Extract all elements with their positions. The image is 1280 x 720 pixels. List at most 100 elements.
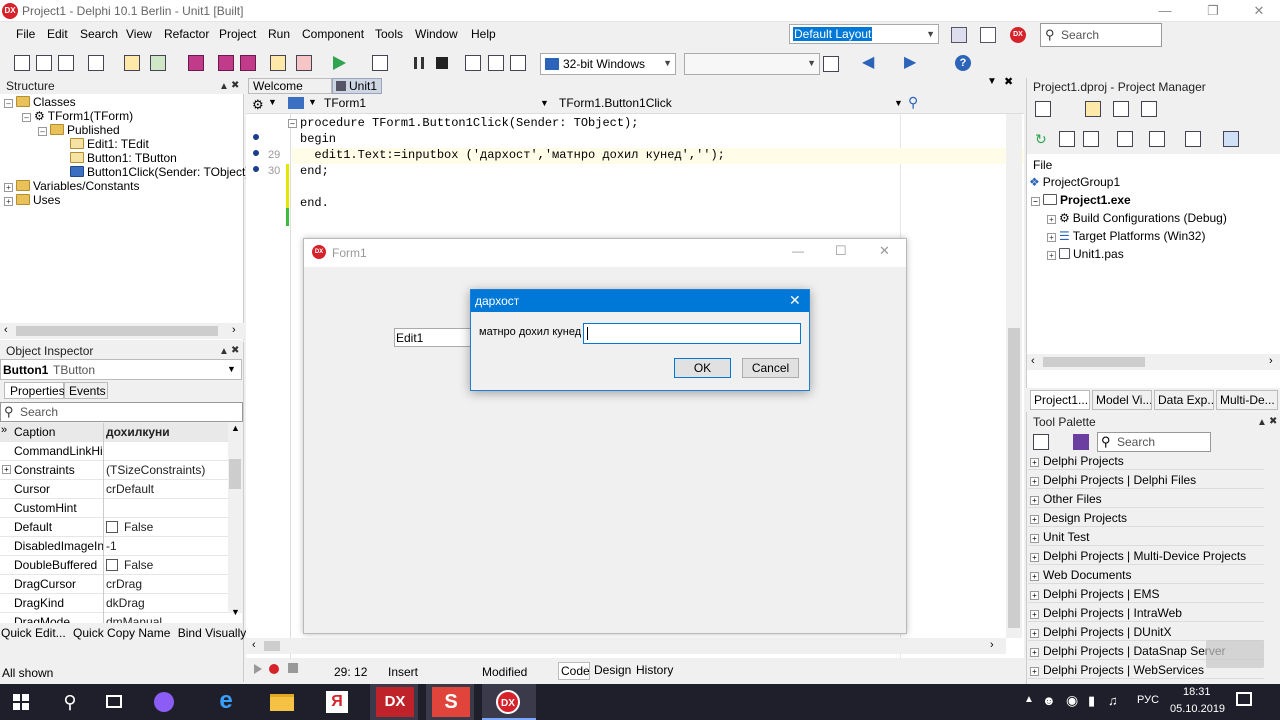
inspector-vscroll[interactable]: ▲ ▼ [228, 423, 242, 617]
menu-run[interactable]: Run [268, 27, 290, 41]
add-new-icon[interactable] [1035, 101, 1051, 117]
tab-history[interactable]: History [634, 662, 678, 680]
object-selector[interactable]: Button1 TButton ▼ [0, 359, 242, 380]
dialog-input[interactable] [583, 323, 801, 344]
refresh-icon[interactable] [823, 56, 839, 72]
scroll-right-icon[interactable]: › [1269, 355, 1273, 367]
chevron-down-icon[interactable]: ▼ [268, 97, 277, 107]
property-value[interactable]: False [106, 520, 153, 534]
tab-welcome-page[interactable]: Welcome Page [248, 78, 332, 107]
minimize-button[interactable]: — [1142, 0, 1188, 22]
tree-item-project1[interactable]: – Project1.exe [1031, 193, 1131, 207]
expand-icon[interactable]: + [4, 183, 13, 192]
expand-icon[interactable]: + [1030, 629, 1039, 638]
edit1-input[interactable]: Edit1 [394, 328, 474, 347]
tab-data-explorer[interactable]: Data Exp... [1154, 390, 1214, 410]
expand-icon[interactable]: + [1047, 233, 1056, 242]
stop-icon[interactable] [436, 57, 448, 69]
property-row-doublebuffered[interactable]: DoubleBuffered False [0, 556, 230, 575]
maximize-button[interactable]: ☐ [835, 243, 847, 259]
tab-code[interactable]: Code [558, 662, 590, 680]
battery-icon[interactable]: ▮ [1088, 693, 1095, 709]
close-panel-icon[interactable]: ✖ [1269, 416, 1277, 427]
property-value[interactable]: crDefault [106, 482, 154, 496]
tree-item-tform1[interactable]: – ⚙ TForm1(TForm) [22, 109, 133, 123]
expand-icon[interactable]: + [2, 465, 11, 474]
play-macro-icon[interactable] [254, 664, 262, 674]
tab-events[interactable]: Events [64, 382, 108, 399]
method-combo[interactable]: TForm1.Button1Click ▼ [556, 95, 906, 112]
expand-icon[interactable]: + [1047, 251, 1056, 260]
expand-icon[interactable]: + [1047, 215, 1056, 224]
palette-category[interactable]: + Web Documents [1028, 566, 1264, 584]
property-value[interactable]: (TSizeConstraints) [106, 463, 205, 477]
scroll-up-icon[interactable]: ▲ [231, 423, 240, 433]
property-row-commandlinkhint[interactable]: CommandLinkHint [0, 442, 230, 461]
palette-category[interactable]: + Delphi Projects [1028, 452, 1264, 470]
save-project-icon[interactable] [218, 55, 234, 71]
editor-hscroll[interactable]: ‹ › [246, 638, 1006, 654]
clock-time[interactable]: 18:31 [1183, 686, 1211, 698]
menu-edit[interactable]: Edit [47, 27, 68, 41]
expand-icon[interactable]: + [1030, 458, 1039, 467]
yandex-icon[interactable]: Я [314, 684, 362, 720]
palette-category[interactable]: + Unit Test [1028, 528, 1264, 546]
bind-visually-link[interactable]: Bind Visually... [178, 626, 256, 640]
people-icon[interactable]: ☻ [1042, 693, 1056, 708]
tab-design[interactable]: Design [592, 662, 632, 680]
forward-icon[interactable]: ▶ [904, 52, 922, 71]
open-icon[interactable] [1085, 101, 1101, 117]
palette-category[interactable]: + Delphi Projects | EMS [1028, 585, 1264, 603]
help-icon[interactable]: ? [955, 55, 971, 71]
open-file-icon[interactable] [36, 55, 52, 71]
menu-search[interactable]: Search [80, 27, 118, 41]
property-row-dragcursor[interactable]: DragCursor crDrag [0, 575, 230, 594]
scroll-thumb[interactable] [1008, 328, 1020, 628]
expand-icon[interactable]: + [1030, 496, 1039, 505]
property-row-caption[interactable]: » Caption дохилкуни [0, 423, 230, 442]
breakpoint-dot[interactable] [253, 134, 259, 140]
editor-vscroll[interactable] [1006, 114, 1022, 638]
palette-category[interactable]: + Delphi Projects | DUnitX [1028, 623, 1264, 641]
property-row-constraints[interactable]: + Constraints (TSizeConstraints) [0, 461, 230, 480]
cancel-button[interactable]: Cancel [742, 358, 799, 378]
clock-date[interactable]: 05.10.2019 [1170, 703, 1225, 715]
property-row-cursor[interactable]: Cursor crDefault [0, 480, 230, 499]
tab-multi-device[interactable]: Multi-De... [1216, 390, 1278, 410]
new-items-icon[interactable] [124, 55, 140, 71]
menu-view[interactable]: View [126, 27, 152, 41]
new-file-icon[interactable] [14, 55, 30, 71]
palette-category[interactable]: + Delphi Projects | Delphi Files [1028, 471, 1264, 489]
open-project-icon[interactable] [88, 55, 104, 71]
pin-icon[interactable]: ▲ [219, 81, 229, 92]
video-overlay-controls[interactable] [1206, 640, 1264, 668]
tab-model-view[interactable]: Model Vi... [1092, 390, 1152, 410]
project-hscroll[interactable]: ‹ › [1027, 354, 1280, 370]
close-panel-icon[interactable]: ✖ [231, 345, 239, 356]
scroll-left-icon[interactable]: ‹ [4, 324, 8, 336]
tab-properties[interactable]: Properties [4, 382, 65, 399]
open-folder-icon[interactable] [270, 55, 286, 71]
expand-icon[interactable]: + [1030, 553, 1039, 562]
notifications-icon[interactable] [1236, 692, 1252, 706]
property-value[interactable]: dmManual [106, 615, 162, 623]
menu-project[interactable]: Project [219, 27, 256, 41]
expand-icon[interactable]: + [1030, 572, 1039, 581]
property-row-customhint[interactable]: CustomHint [0, 499, 230, 518]
inspector-search-input[interactable]: ⚲ Search [0, 402, 243, 422]
expand-icon[interactable]: + [1030, 591, 1039, 600]
expand-all-icon[interactable] [1083, 131, 1099, 147]
language-indicator[interactable]: РУС [1137, 694, 1159, 706]
close-button[interactable]: ✕ [1236, 0, 1280, 22]
structure-hscroll[interactable]: ‹ › [0, 323, 244, 339]
add-file-icon[interactable] [150, 55, 166, 71]
quick-edit-link[interactable]: Quick Edit... [1, 626, 66, 640]
tree-item-uses[interactable]: + Uses [4, 193, 60, 207]
menu-component[interactable]: Component [302, 27, 364, 41]
property-value[interactable]: False [106, 558, 153, 572]
tree-item-unit1[interactable]: + Unit1.pas [1047, 247, 1124, 261]
property-value[interactable]: -1 [106, 539, 117, 553]
code-line-1[interactable]: procedure TForm1.Button1Click(Sender: TO… [300, 116, 638, 130]
tree-item-target-platforms[interactable]: + ☰ Target Platforms (Win32) [1047, 229, 1205, 243]
expand-icon[interactable]: + [1030, 667, 1039, 676]
